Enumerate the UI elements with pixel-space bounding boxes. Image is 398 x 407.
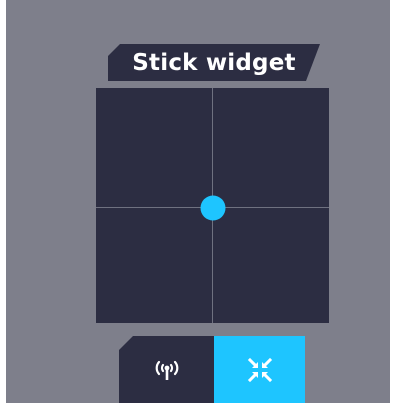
widget-title-tab: Stick widget: [108, 44, 320, 81]
center-stick-button[interactable]: [214, 336, 305, 403]
widget-panel: Stick widget: [6, 0, 390, 403]
widget-title: Stick widget: [132, 49, 296, 76]
compress-arrows-icon: [247, 357, 273, 383]
widget-button-bar: [119, 336, 305, 403]
joystick-knob[interactable]: [200, 195, 225, 220]
signal-button[interactable]: [119, 336, 214, 403]
joystick-pad[interactable]: [96, 88, 329, 323]
signal-tower-icon: [152, 359, 182, 381]
